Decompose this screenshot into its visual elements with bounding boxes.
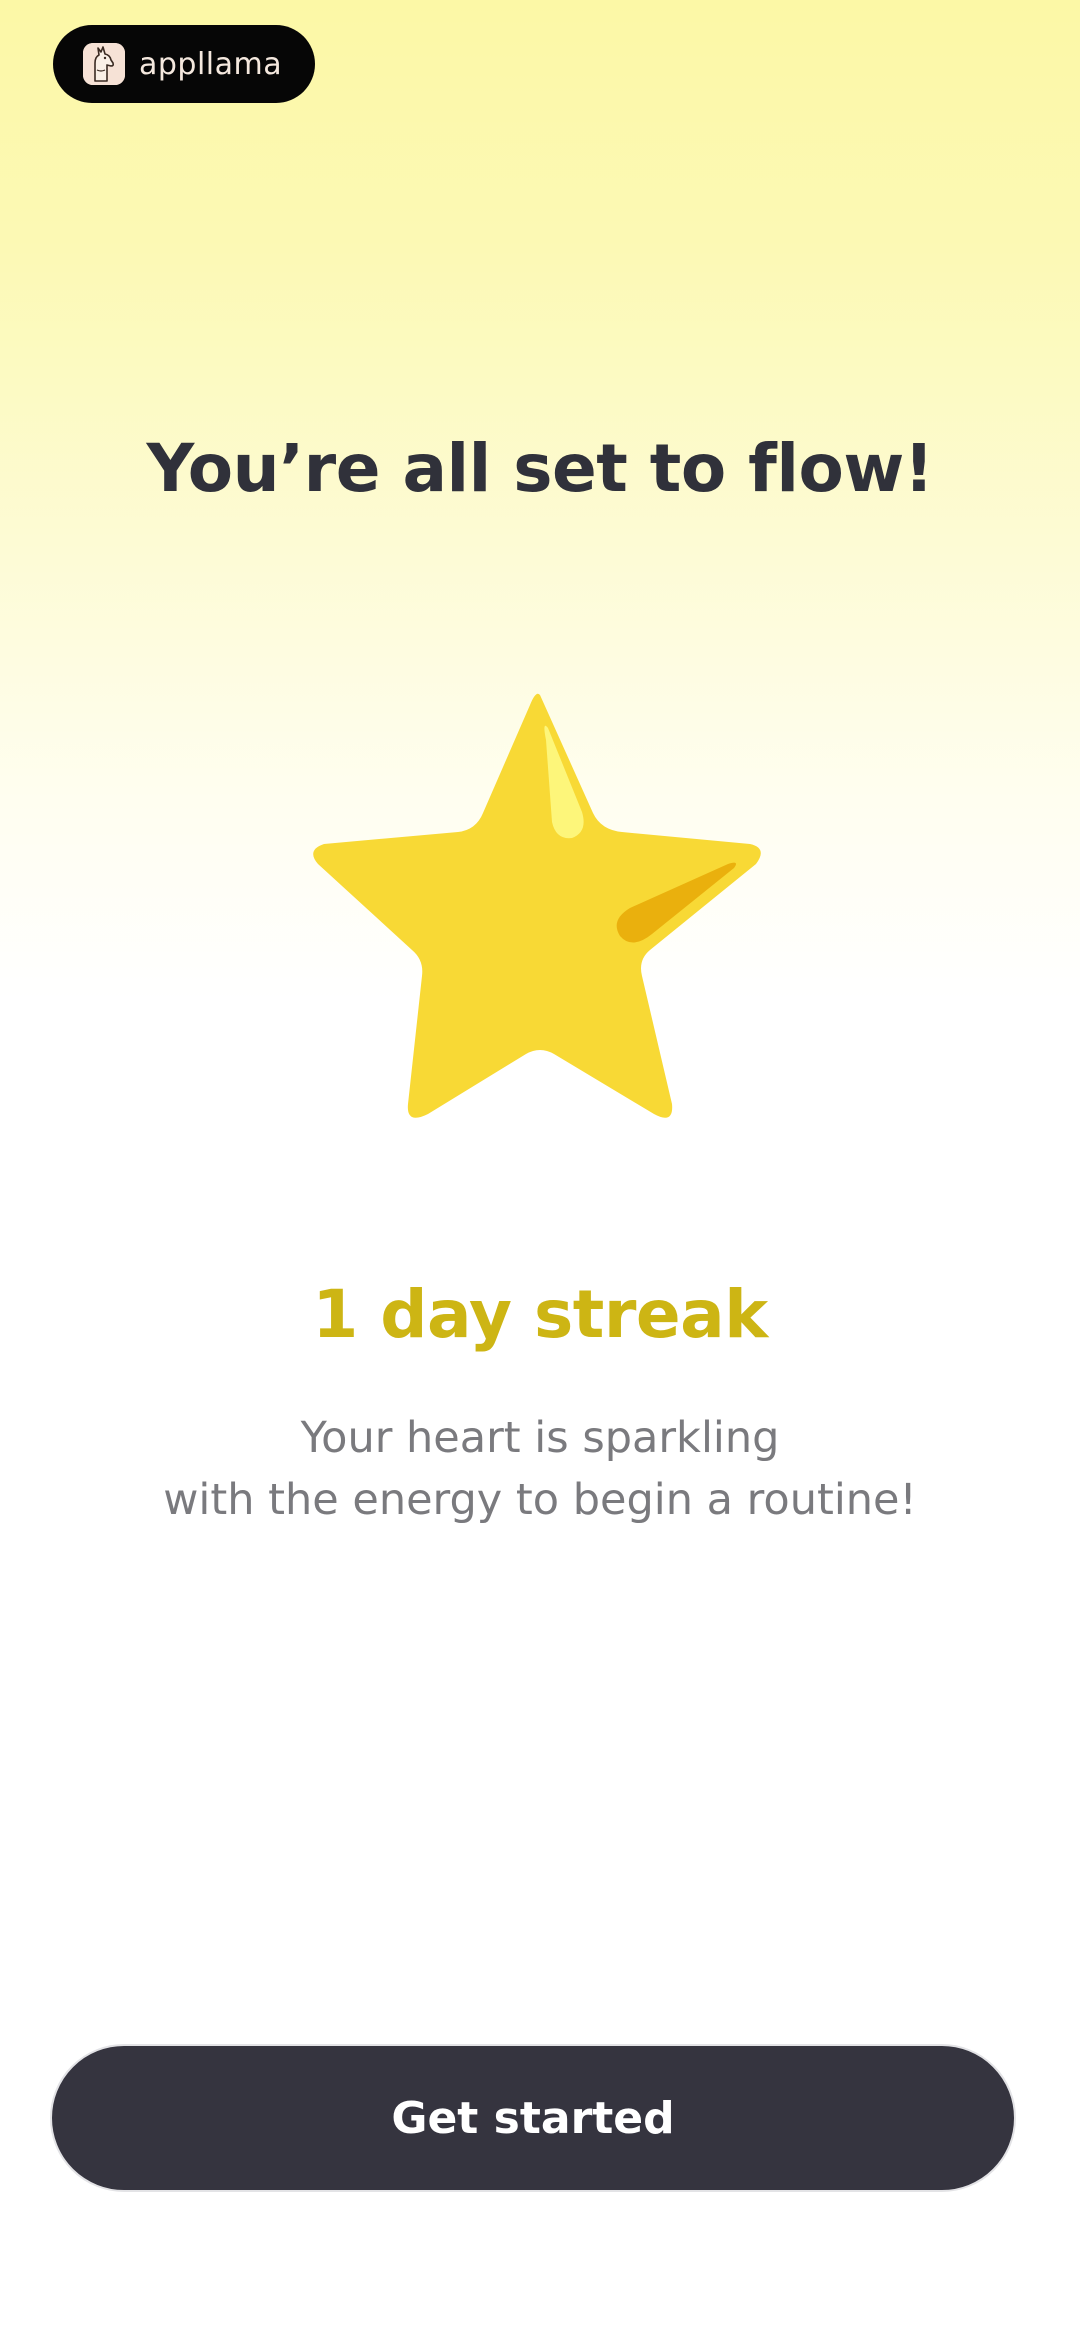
brand-badge: appllama	[53, 25, 315, 103]
get-started-button[interactable]: Get started	[50, 2044, 1016, 2192]
streak-message-line-2: with the energy to begin a routine!	[163, 1475, 917, 1525]
star-icon	[310, 680, 770, 1120]
streak-title: 1 day streak	[312, 1276, 768, 1353]
page-title: You’re all set to flow!	[146, 430, 934, 507]
brand-name: appllama	[139, 46, 283, 82]
streak-message: Your heart is sparkling with the energy …	[0, 1407, 1080, 1531]
streak-message-line-1: Your heart is sparkling	[300, 1413, 780, 1463]
llama-icon	[83, 43, 125, 85]
